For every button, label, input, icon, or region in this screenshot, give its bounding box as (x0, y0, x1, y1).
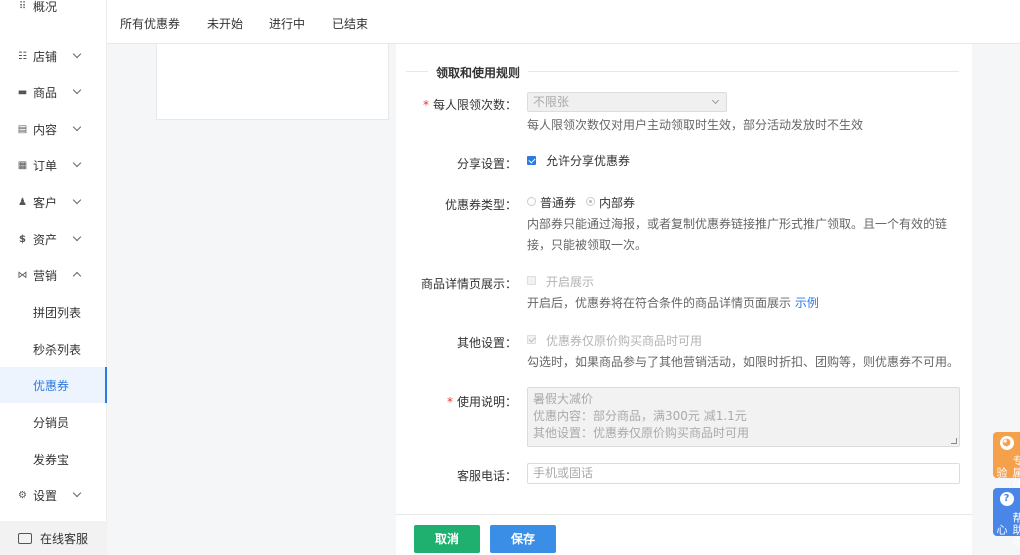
phone-label: 客服电话： (456, 469, 517, 483)
detail-help: 开启后，优惠券将在符合条件的商品详情页面展示 示例 (527, 296, 819, 310)
resize-grip-icon[interactable] (951, 438, 957, 444)
detail-label: 商品详情页展示： (420, 277, 517, 291)
type-help-line2: 接，只能被领取一次。 (527, 238, 648, 252)
type-label: 优惠券类型： (444, 198, 517, 212)
tab-not-started[interactable]: 未开始 (207, 15, 243, 32)
coupon-preview-card (156, 44, 389, 120)
usage-label: * 使用说明： (446, 395, 517, 409)
type-radio-internal[interactable] (586, 197, 595, 206)
order-icon: ▦ (17, 159, 28, 171)
sidebar-item-goods[interactable]: ▬ 商品 (0, 74, 107, 110)
section-title: 领取和使用规则 (428, 64, 529, 81)
content-icon: ▤ (17, 123, 28, 135)
sidebar-item-marketing[interactable]: ⋈ 营销 (0, 257, 107, 293)
other-checkbox[interactable] (527, 335, 536, 344)
sidebar-item-order[interactable]: ▦ 订单 (0, 147, 107, 183)
example-link[interactable]: 示例 (795, 296, 819, 310)
tab-ended[interactable]: 已结束 (332, 15, 368, 32)
chevron-down-icon (72, 195, 82, 205)
gear-icon: ⚙ (18, 489, 27, 501)
coupon-status-tabs: 所有优惠券 未开始 进行中 已结束 (107, 0, 1020, 44)
type-option-normal: 普通券 (540, 196, 577, 210)
chevron-down-icon (72, 122, 82, 132)
chevron-down-icon (72, 232, 82, 242)
help-center-button[interactable]: ? 帮助中心 (993, 488, 1020, 548)
share-option-label: 允许分享优惠券 (546, 154, 631, 168)
customer-icon: ♟ (18, 196, 27, 208)
limit-help: 每人限领次数仅对用户主动领取时生效，部分活动发放时不生效 (527, 118, 864, 132)
sidebar-item-customer[interactable]: ♟ 客户 (0, 184, 107, 220)
type-radio-normal[interactable] (527, 197, 536, 206)
marketing-icon: ⋈ (17, 269, 28, 281)
goods-icon: ▬ (17, 86, 28, 98)
chat-icon (18, 532, 32, 544)
chevron-up-icon (72, 271, 82, 281)
chevron-down-icon (72, 85, 82, 95)
share-checkbox[interactable] (527, 156, 536, 165)
headset-icon: ◕ (999, 436, 1014, 450)
phone-input[interactable]: 手机或固话 (527, 463, 960, 484)
chevron-down-icon (72, 49, 82, 59)
chevron-down-icon (711, 96, 720, 105)
detail-checkbox[interactable] (527, 276, 536, 285)
limit-label: * 每人限领次数： (422, 98, 517, 112)
sidebar: ⠿ 概况 ☷ 店铺 ▬ 商品 ▤ 内容 ▦ 订单 ♟ 客户 $ 资产 ⋈ 营销 … (0, 0, 107, 555)
tab-all-coupons[interactable]: 所有优惠券 (120, 15, 180, 32)
cancel-button[interactable]: 取消 (414, 525, 480, 553)
detail-option-label: 开启展示 (546, 275, 595, 289)
sidebar-item-asset[interactable]: $ 资产 (0, 221, 107, 257)
sidebar-item-store[interactable]: ☷ 店铺 (0, 38, 107, 74)
sidebar-item-overview[interactable]: ⠿ 概况 (0, 0, 107, 24)
limit-select[interactable]: 不限张 (527, 92, 727, 112)
usage-textarea[interactable]: 暑假大减价 优惠内容：部分商品，满300元 减1.1元 其他设置：优惠券仅原价购… (527, 387, 960, 447)
asset-icon: $ (19, 233, 26, 245)
exclusive-experience-button[interactable]: ◕ 专属体验 (993, 432, 1020, 491)
type-help-line1: 内部券只能通过海报，或者复制优惠券链接推广形式推广领取。且一个有效的链 (527, 217, 948, 231)
rules-form-panel: 领取和使用规则 * 每人限领次数： 不限张 每人限领次数仅对用户主动领取时生效，部… (396, 44, 972, 514)
type-option-internal: 内部券 (599, 196, 636, 210)
other-option-label: 优惠券仅原价购买商品时可用 (546, 334, 703, 348)
chevron-down-icon (72, 158, 82, 168)
sidebar-sub-distributor[interactable]: 分销员 (0, 404, 107, 440)
grid-icon: ⠿ (18, 0, 27, 12)
form-footer: 取消 保存 (396, 514, 972, 555)
sidebar-item-content[interactable]: ▤ 内容 (0, 111, 107, 147)
sidebar-item-settings[interactable]: ⚙ 设置 (0, 477, 107, 513)
tab-in-progress[interactable]: 进行中 (269, 15, 305, 32)
save-button[interactable]: 保存 (490, 525, 556, 553)
required-mark: * (446, 395, 453, 409)
question-icon: ? (999, 492, 1014, 506)
other-label: 其他设置： (456, 336, 517, 350)
sidebar-sub-coupon[interactable]: 优惠券 (0, 367, 107, 403)
sidebar-sub-coupon-tool[interactable]: 发券宝 (0, 441, 107, 477)
sidebar-sub-group-buy[interactable]: 拼团列表 (0, 294, 107, 330)
required-mark: * (422, 98, 429, 112)
online-service-button[interactable]: 在线客服 (0, 521, 107, 555)
other-help: 勾选时，如果商品参与了其他营销活动，如限时折扣、团购等，则优惠券不可用。 (527, 355, 960, 369)
share-label: 分享设置： (456, 157, 517, 171)
store-icon: ☷ (18, 50, 27, 62)
sidebar-sub-flash-sale[interactable]: 秒杀列表 (0, 331, 107, 367)
chevron-down-icon (72, 488, 82, 498)
